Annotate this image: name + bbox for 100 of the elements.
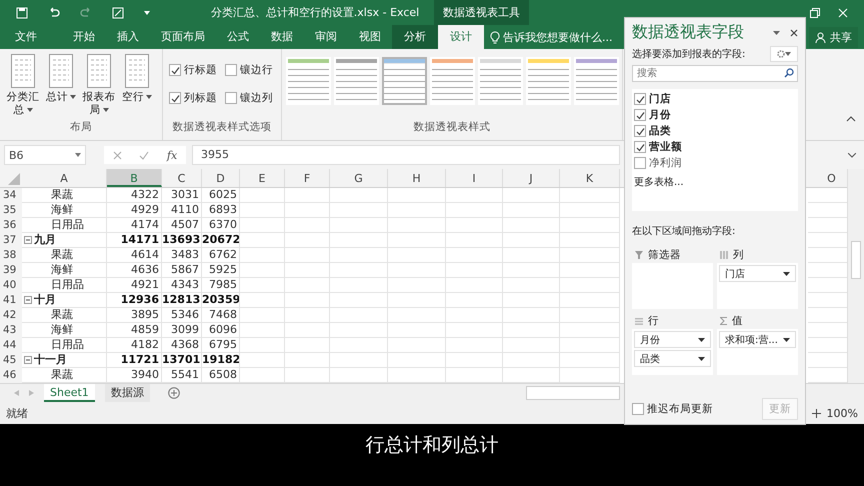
search-field[interactable]: 搜索 — [632, 65, 798, 82]
column-header[interactable]: D — [202, 169, 240, 187]
area-label: 列 — [733, 248, 744, 262]
collapse-icon[interactable] — [24, 356, 32, 364]
ribbon-tab[interactable]: 审阅 — [304, 25, 348, 49]
field-dropdown[interactable]: 月份 — [634, 331, 711, 348]
empty-cell — [560, 353, 620, 368]
ribbon-button[interactable]: 报表布局 — [80, 54, 118, 120]
collapse-ribbon-icon[interactable] — [846, 116, 856, 122]
name-box[interactable]: B6 — [4, 145, 86, 165]
checkbox[interactable] — [169, 64, 181, 76]
table-cell: 4921 — [107, 278, 162, 293]
column-header[interactable]: K — [560, 169, 620, 187]
ribbon-tab[interactable]: 插入 — [106, 25, 150, 49]
row-header[interactable]: 44 — [0, 338, 22, 353]
sheet-tab[interactable]: Sheet1 — [44, 384, 95, 402]
row-header[interactable]: 37 — [0, 233, 22, 248]
checkbox[interactable] — [634, 157, 646, 169]
column-header[interactable]: I — [446, 169, 503, 187]
row-header[interactable]: 43 — [0, 323, 22, 338]
row-header[interactable]: 40 — [0, 278, 22, 293]
checkbox[interactable] — [634, 141, 646, 153]
vertical-scrollbar[interactable] — [847, 169, 864, 383]
row-header[interactable]: 36 — [0, 218, 22, 233]
row-header[interactable]: 34 — [0, 188, 22, 203]
undo-icon[interactable] — [48, 6, 60, 18]
more-tables-link[interactable]: 更多表格... — [634, 175, 684, 189]
restore-icon[interactable] — [810, 8, 820, 18]
table-style-swatch[interactable] — [574, 57, 619, 105]
collapse-icon[interactable] — [24, 296, 32, 304]
checkbox[interactable] — [632, 403, 644, 415]
table-style-swatch[interactable] — [430, 57, 475, 105]
drag-hint: 在以下区域间拖动字段: — [632, 224, 736, 238]
row-header[interactable]: 46 — [0, 368, 22, 383]
ribbon-button[interactable]: 总计 — [42, 54, 80, 120]
ribbon-tab[interactable]: 开始 — [62, 25, 106, 49]
column-header[interactable]: B — [107, 169, 162, 187]
column-header[interactable]: H — [388, 169, 446, 187]
sheet-tab[interactable]: 数据源 — [104, 384, 150, 402]
checkbox[interactable] — [634, 93, 646, 105]
close-icon[interactable] — [790, 28, 798, 36]
empty-cell — [388, 278, 446, 293]
field-dropdown[interactable]: 求和项:营... — [719, 331, 796, 348]
column-header[interactable]: E — [240, 169, 285, 187]
drop-area[interactable]: 求和项:营... — [717, 329, 798, 375]
horizontal-scrollbar[interactable] — [526, 386, 620, 400]
ribbon-tab[interactable]: 页面布局 — [150, 25, 216, 49]
table-style-swatch[interactable] — [478, 57, 523, 105]
search-icon[interactable] — [784, 68, 794, 78]
column-header[interactable]: G — [330, 169, 388, 187]
checkbox[interactable] — [634, 109, 646, 121]
ribbon-tab[interactable]: 设计 — [438, 25, 484, 49]
scroll-thumb[interactable] — [851, 241, 861, 279]
checkbox[interactable] — [634, 125, 646, 137]
table-style-swatch[interactable] — [382, 57, 427, 105]
ribbon-tab[interactable]: 文件 — [0, 25, 48, 49]
ribbon-tab[interactable]: 公式 — [216, 25, 260, 49]
empty-cell — [285, 263, 330, 278]
add-sheet-icon[interactable] — [168, 387, 180, 399]
column-header[interactable]: F — [285, 169, 330, 187]
formula-field[interactable]: 3955 — [192, 145, 620, 165]
expand-formula-icon[interactable] — [848, 152, 856, 158]
zoom-level[interactable]: 100% — [826, 406, 858, 420]
settings-button[interactable] — [770, 46, 798, 62]
collapse-icon[interactable] — [24, 236, 32, 244]
checkbox[interactable] — [225, 92, 237, 104]
caret-icon[interactable] — [144, 10, 150, 14]
drop-area[interactable]: 月份 品类 — [632, 329, 713, 375]
field-dropdown[interactable]: 门店 — [719, 265, 796, 282]
empty-cell — [388, 233, 446, 248]
drop-area[interactable]: 门店 — [717, 263, 798, 309]
column-header[interactable]: J — [503, 169, 560, 187]
caret-icon[interactable] — [773, 30, 780, 34]
ribbon-tab[interactable]: 数据 — [260, 25, 304, 49]
ribbon-button[interactable]: 分类汇总 — [4, 54, 42, 120]
zoom-in-icon[interactable] — [812, 408, 821, 418]
row-header[interactable]: 38 — [0, 248, 22, 263]
table-style-swatch[interactable] — [334, 57, 379, 105]
column-header[interactable]: C — [162, 169, 202, 187]
row-header[interactable]: 35 — [0, 203, 22, 218]
table-cell: 4368 — [162, 338, 202, 353]
touch-mode-icon[interactable] — [112, 6, 124, 18]
empty-cell — [285, 203, 330, 218]
ribbon-tab[interactable]: 分析 — [392, 25, 438, 49]
row-header[interactable]: 42 — [0, 308, 22, 323]
share-button[interactable]: 共享 — [809, 26, 858, 48]
tell-me-field[interactable]: 告诉我您想要做什么... — [503, 30, 612, 44]
area-label: 行 — [648, 314, 659, 328]
insert-function-button[interactable]: fx — [166, 148, 178, 162]
checkbox[interactable] — [169, 92, 181, 104]
row-header[interactable]: 41 — [0, 293, 22, 308]
save-icon[interactable] — [16, 6, 28, 18]
field-dropdown[interactable]: 品类 — [634, 350, 711, 367]
row-header[interactable]: 45 — [0, 353, 22, 368]
table-style-swatch[interactable] — [286, 57, 331, 105]
ribbon-button[interactable]: 空行 — [118, 54, 156, 120]
checkbox[interactable] — [225, 64, 237, 76]
ribbon-tab[interactable]: 视图 — [348, 25, 392, 49]
table-style-swatch[interactable] — [526, 57, 571, 105]
row-header[interactable]: 39 — [0, 263, 22, 278]
